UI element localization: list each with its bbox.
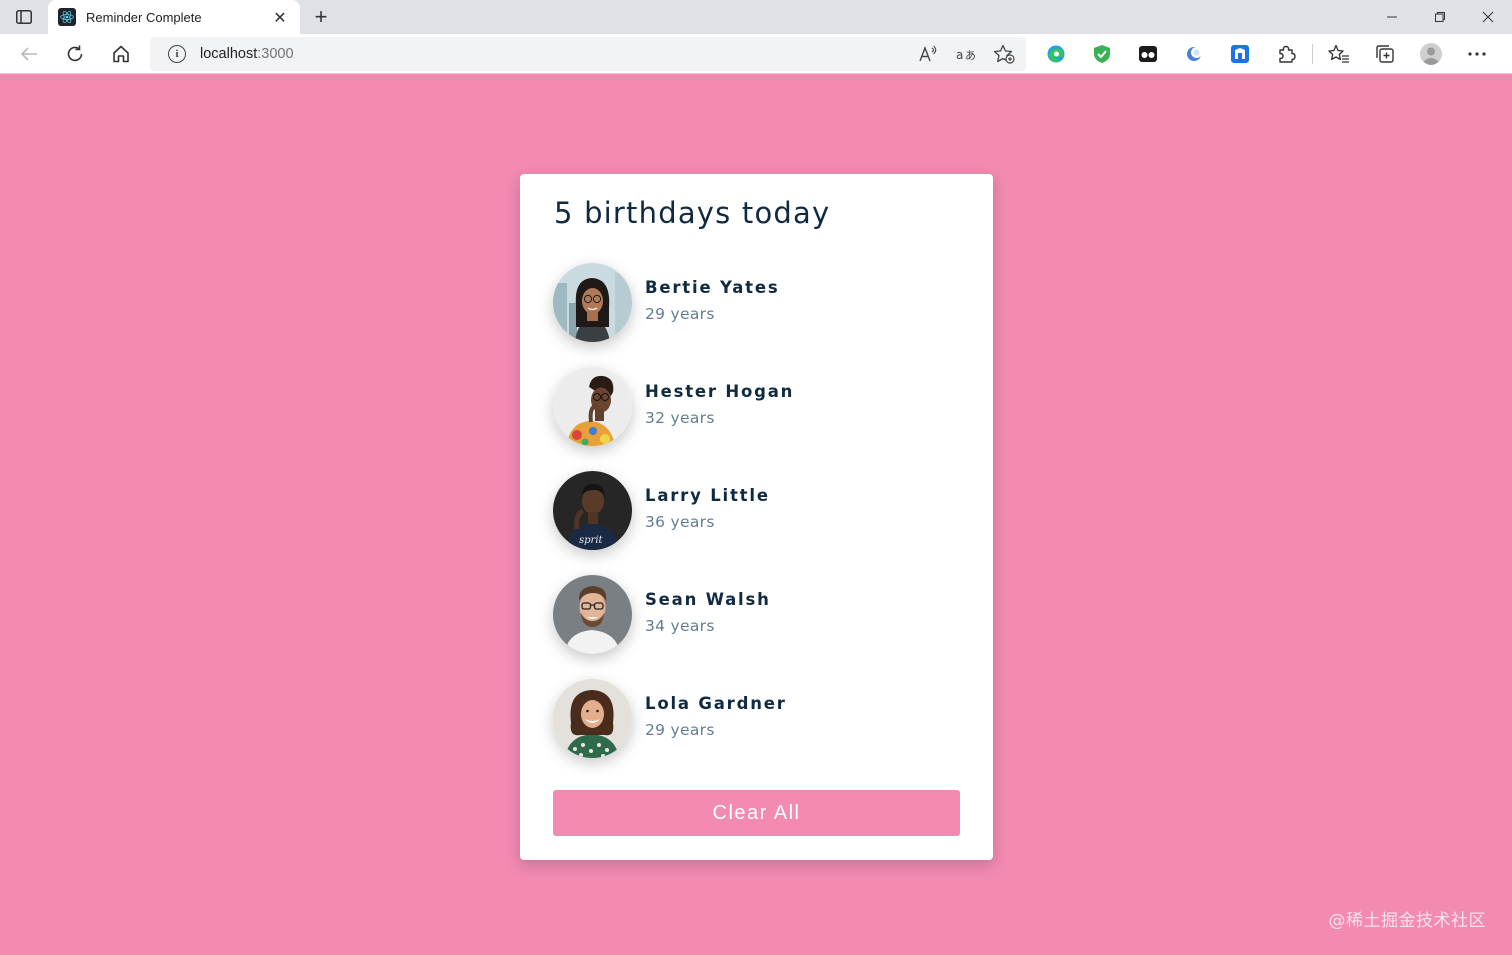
read-aloud-icon[interactable] (916, 43, 940, 65)
tab-bar: Reminder Complete ✕ + (0, 0, 1512, 34)
svg-text:あ: あ (965, 49, 976, 62)
address-text: localhost:3000 (200, 46, 294, 62)
profile-icon[interactable] (1419, 42, 1443, 66)
person-age: 29 years (645, 720, 715, 739)
browser-toolbar: i localhost:3000 aあ (0, 34, 1512, 74)
crescent-extension-icon[interactable] (1182, 42, 1206, 66)
close-tab-icon[interactable]: ✕ (270, 7, 290, 27)
browser-tab[interactable]: Reminder Complete ✕ (48, 0, 300, 34)
person-info: Larry Little 36 years (645, 486, 770, 531)
address-bar-actions: aあ (916, 43, 1016, 65)
minimize-icon[interactable] (1368, 0, 1416, 34)
person-name: Larry Little (645, 485, 770, 505)
person-item: sprit Larry Little 36 years (553, 470, 973, 550)
tab-actions-icon[interactable] (10, 6, 38, 28)
watermark: @稀土掘金技术社区 (1328, 911, 1486, 931)
person-item: Lola Gardner 29 years (553, 678, 973, 758)
react-icon (58, 8, 76, 26)
person-item: Bertie Yates 29 years (553, 262, 973, 342)
avatar (553, 678, 632, 758)
avatar: sprit (553, 470, 632, 550)
puzzle-icon[interactable] (1274, 42, 1298, 66)
refresh-icon[interactable] (60, 40, 90, 68)
person-info: Bertie Yates 29 years (645, 278, 779, 323)
card-title: 5 birthdays today (554, 196, 831, 230)
home-icon[interactable] (106, 40, 136, 68)
avatar (553, 574, 632, 654)
person-name: Hester Hogan (645, 381, 795, 401)
birthday-card: 5 birthdays today Bertie Yates 29 years (520, 174, 993, 860)
person-info: Hester Hogan 32 years (645, 382, 794, 427)
avatar (553, 366, 632, 446)
tab-title: Reminder Complete (86, 9, 202, 25)
person-age: 29 years (645, 304, 715, 323)
person-name: Bertie Yates (645, 277, 780, 297)
address-bar[interactable]: i localhost:3000 aあ (150, 37, 1026, 71)
shield-icon[interactable] (1090, 42, 1114, 66)
person-item: Hester Hogan 32 years (553, 366, 973, 446)
close-window-icon[interactable] (1464, 0, 1512, 34)
clear-all-button[interactable]: Clear All (553, 790, 960, 836)
person-age: 34 years (645, 616, 715, 635)
toolbar-separator (1312, 44, 1313, 64)
svg-text:sprit: sprit (579, 535, 604, 546)
edge-extension-icon[interactable] (1044, 42, 1068, 66)
more-icon[interactable] (1465, 42, 1489, 66)
favorites-icon[interactable] (1327, 42, 1351, 66)
add-favorite-icon[interactable] (992, 43, 1016, 65)
translate-icon[interactable]: aあ (954, 43, 978, 65)
person-age: 36 years (645, 512, 715, 531)
avatar (553, 262, 632, 342)
restore-icon[interactable] (1416, 0, 1464, 34)
info-icon[interactable]: i (168, 45, 186, 63)
person-item: Sean Walsh 34 years (553, 574, 973, 654)
window-controls (1368, 0, 1512, 34)
extension-icons (1044, 42, 1489, 66)
glasses-extension-icon[interactable] (1136, 42, 1160, 66)
blue-extension-icon[interactable] (1228, 42, 1252, 66)
person-name: Sean Walsh (645, 589, 771, 609)
collections-icon[interactable] (1373, 42, 1397, 66)
new-tab-icon[interactable]: + (308, 4, 334, 30)
person-info: Lola Gardner 29 years (645, 694, 787, 739)
person-age: 32 years (645, 408, 715, 427)
person-info: Sean Walsh 34 years (645, 590, 771, 635)
back-arrow-icon[interactable] (14, 40, 44, 68)
person-name: Lola Gardner (645, 693, 787, 713)
svg-text:a: a (956, 48, 963, 62)
